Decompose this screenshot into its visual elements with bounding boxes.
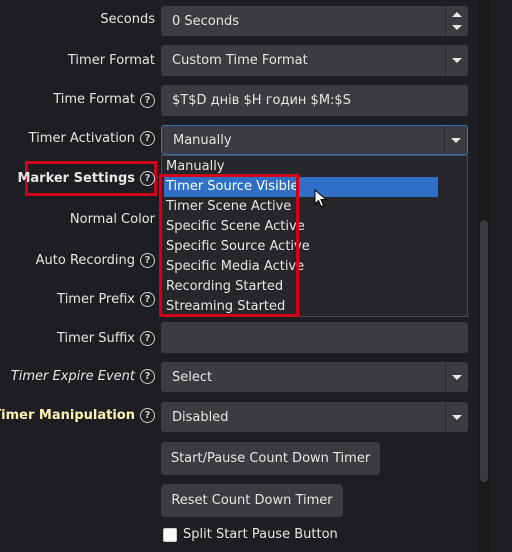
split-start-pause-checkbox[interactable] — [163, 528, 177, 542]
timer-activation-value: Manually — [173, 132, 232, 148]
spin-up-icon[interactable] — [452, 12, 462, 17]
timer-suffix-label: Timer Suffix — [56, 331, 135, 346]
timer-manipulation-label: Timer Manipulation — [0, 408, 135, 423]
time-format-value: $T$D днів $H годин $M:$S — [172, 93, 351, 108]
help-icon[interactable]: ? — [140, 171, 155, 186]
timer-format-select[interactable]: Custom Time Format — [161, 45, 468, 76]
annotation-box — [159, 174, 299, 317]
spin-down-icon[interactable] — [452, 25, 462, 30]
chevron-down-icon — [452, 58, 462, 63]
auto-recording-label: Auto Recording — [35, 253, 135, 268]
chevron-down-icon — [452, 374, 462, 380]
time-format-label: Time Format — [53, 92, 135, 107]
help-icon[interactable]: ? — [140, 331, 155, 346]
time-format-input[interactable]: $T$D днів $H годин $M:$S — [161, 85, 468, 116]
timer-format-label: Timer Format — [67, 53, 155, 68]
split-start-pause-label: Split Start Pause Button — [183, 527, 338, 542]
help-icon[interactable]: ? — [140, 408, 155, 423]
help-icon[interactable]: ? — [140, 292, 155, 307]
timer-expire-event-value: Select — [172, 369, 213, 385]
normal-color-label: Normal Color — [69, 212, 155, 227]
seconds-value: 0 Seconds — [172, 13, 240, 29]
help-icon[interactable]: ? — [140, 131, 155, 146]
timer-expire-event-select[interactable]: Select — [161, 362, 468, 392]
timer-activation-select[interactable]: Manually — [161, 125, 468, 155]
timer-expire-event-label: Timer Expire Event — [10, 369, 135, 384]
timer-manipulation-value: Disabled — [172, 409, 229, 425]
seconds-label: Seconds — [100, 12, 155, 27]
help-icon[interactable]: ? — [140, 369, 155, 384]
seconds-spinbox[interactable]: 0 Seconds — [161, 6, 468, 36]
timer-manipulation-select[interactable]: Disabled — [161, 402, 468, 432]
help-icon[interactable]: ? — [140, 253, 155, 268]
start-pause-button[interactable]: Start/Pause Count Down Timer — [161, 442, 380, 475]
chevron-down-icon — [451, 137, 461, 143]
help-icon[interactable]: ? — [140, 93, 155, 108]
timer-suffix-input[interactable] — [161, 322, 468, 353]
timer-format-value: Custom Time Format — [172, 53, 308, 68]
cursor-icon — [314, 189, 328, 208]
reset-button[interactable]: Reset Count Down Timer — [161, 484, 343, 517]
marker-settings-label: Marker Settings — [17, 171, 135, 186]
timer-activation-label: Timer Activation — [28, 131, 135, 146]
timer-prefix-label: Timer Prefix — [57, 292, 135, 307]
scrollbar-thumb[interactable] — [480, 220, 488, 482]
chevron-down-icon — [452, 414, 462, 420]
